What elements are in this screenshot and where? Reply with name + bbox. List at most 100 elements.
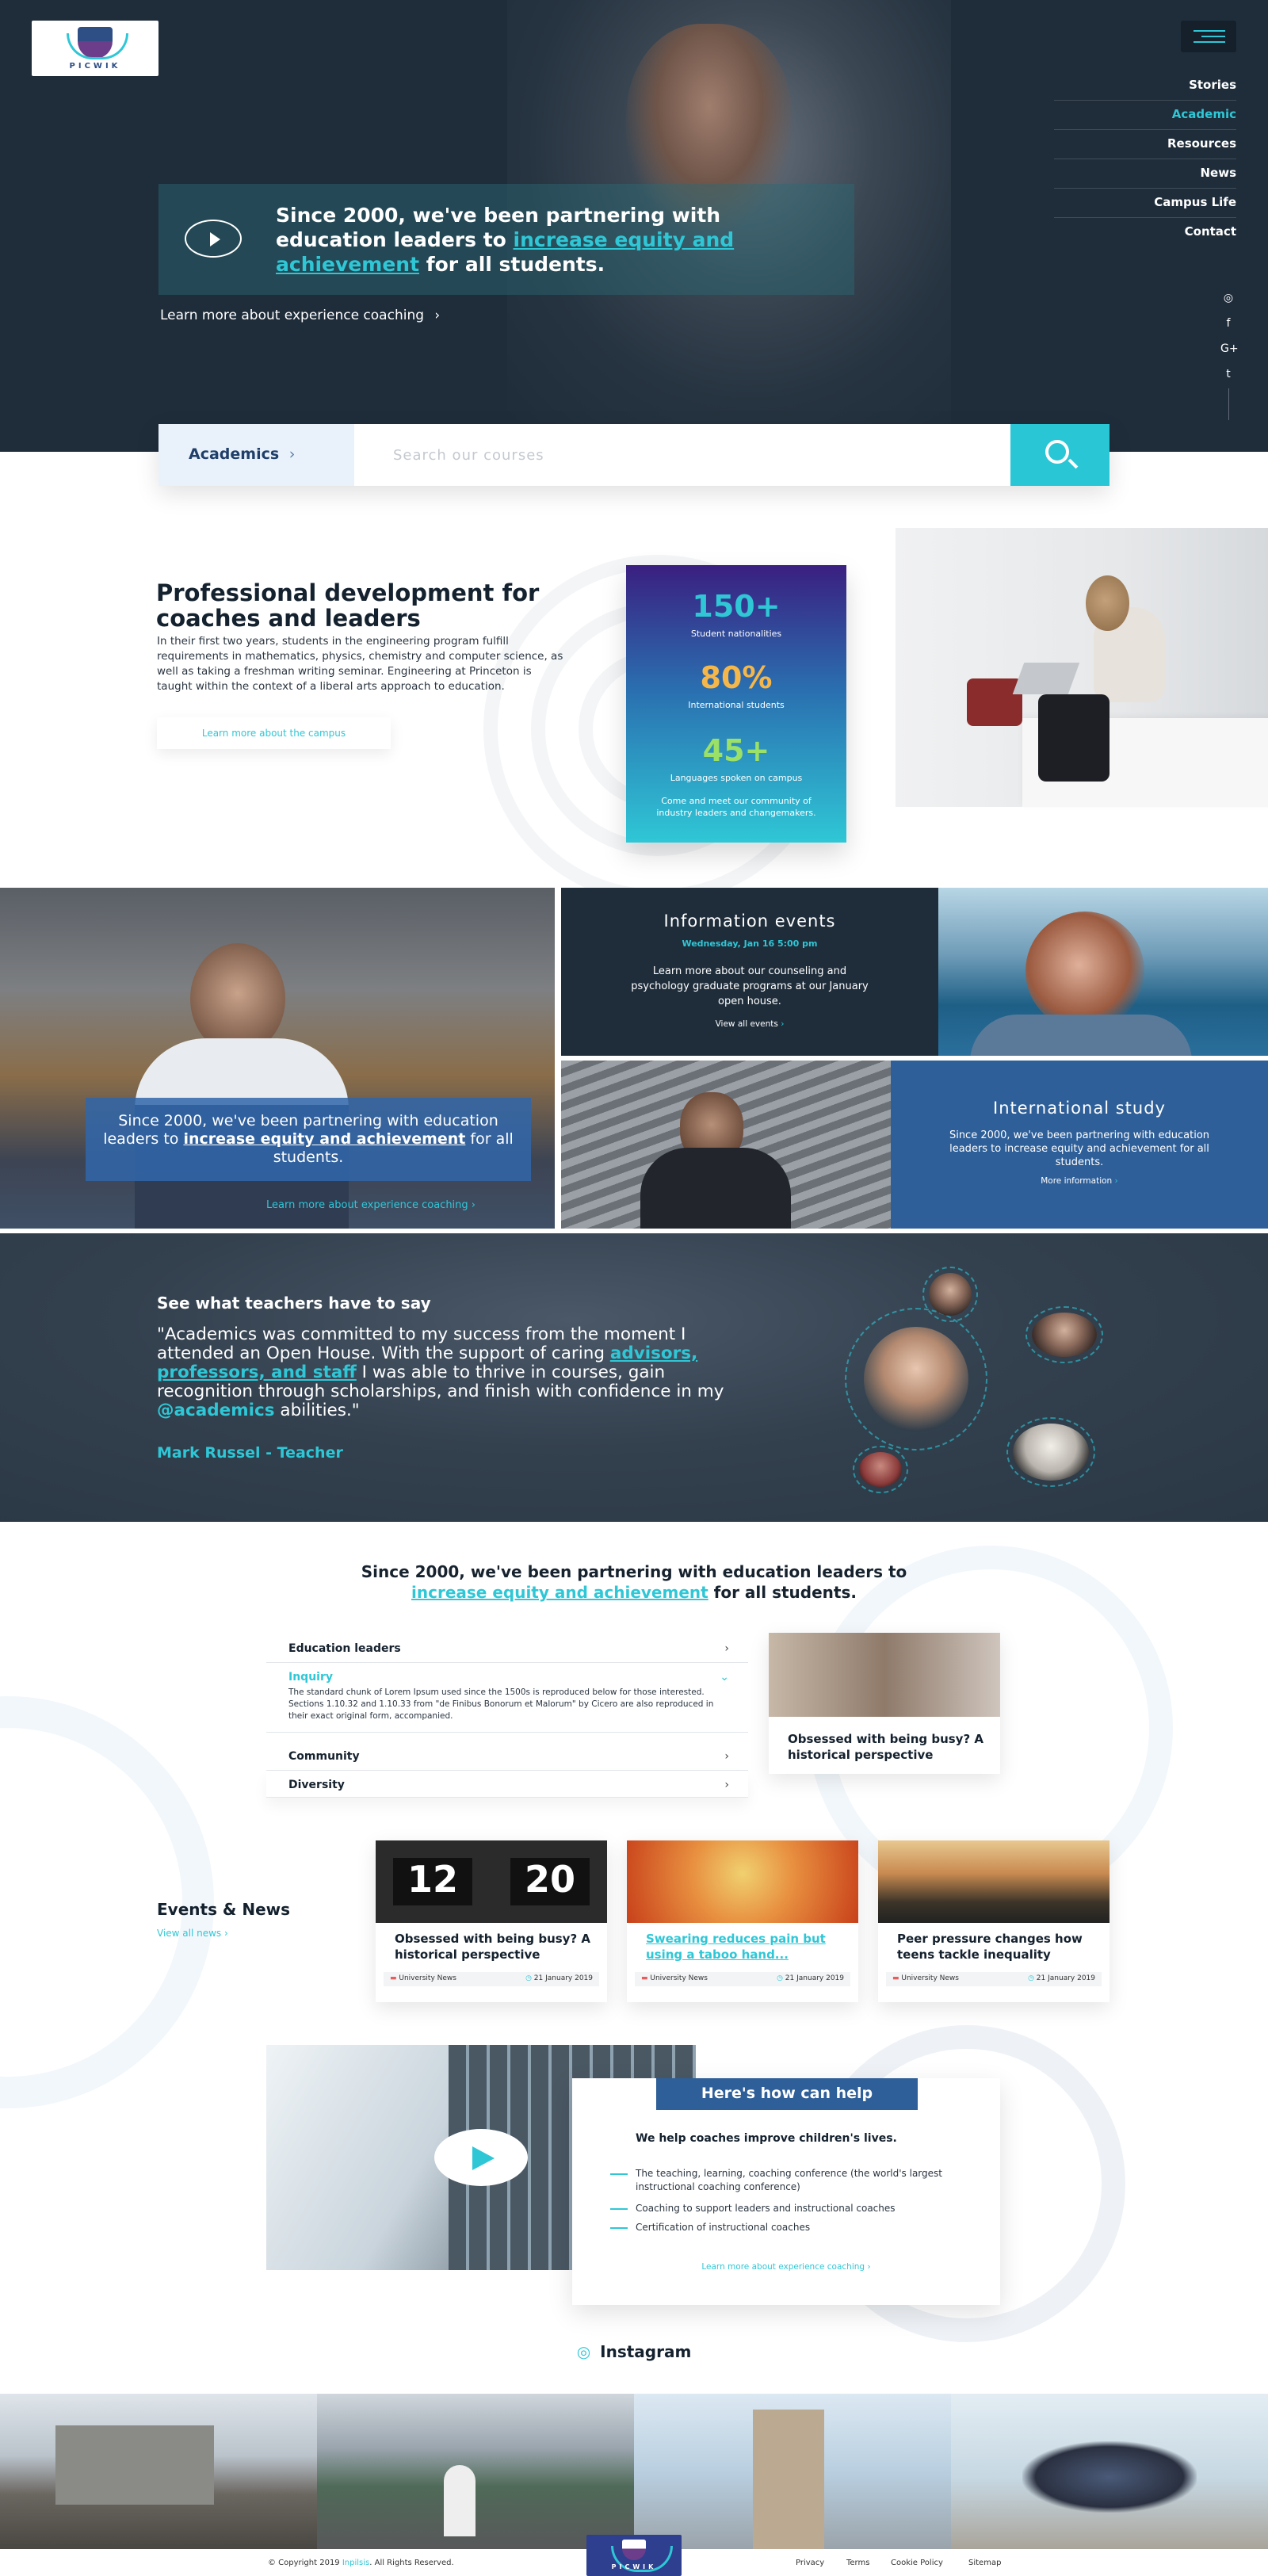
- accordion-item-inquiry[interactable]: Inquiry ⌄ The standard chunk of Lorem Ips…: [266, 1663, 748, 1733]
- learn-more-campus-button[interactable]: Learn more about the campus: [157, 717, 391, 749]
- testimonial-section: See what teachers have to say "Academics…: [0, 1233, 1268, 1522]
- help-list-item: Coaching to support leaders and instruct…: [610, 2202, 976, 2215]
- news-meta: ▬ University News ◷ 21 January 2019: [886, 1972, 1102, 1986]
- nav-item-stories[interactable]: Stories: [1054, 78, 1236, 101]
- accordion-body: The standard chunk of Lorem Ipsum used s…: [288, 1687, 714, 1721]
- copyright-brand-link[interactable]: Inpilsis: [342, 2559, 369, 2567]
- flip-clock-photo: 12 20: [376, 1840, 607, 1923]
- course-search-bar: Academics ›: [158, 424, 1110, 486]
- view-all-events-link[interactable]: View all events ›: [561, 1019, 938, 1029]
- nav-item-campus-life[interactable]: Campus Life: [1054, 195, 1236, 218]
- instagram-photo[interactable]: [951, 2394, 1268, 2549]
- search-icon: [1045, 440, 1069, 464]
- play-button[interactable]: [434, 2129, 528, 2186]
- laughing-woman-photo: [627, 1840, 858, 1923]
- stats-note: Come and meet our community of industry …: [656, 796, 816, 818]
- stat-label: International students: [688, 700, 785, 710]
- prodev-title: Professional development for coaches and…: [156, 579, 540, 632]
- news-title: Swearing reduces pain but using a taboo …: [646, 1932, 826, 1962]
- google-plus-icon[interactable]: G+: [1220, 342, 1239, 355]
- teacher-avatar[interactable]: [1025, 1306, 1103, 1363]
- teacher-avatar[interactable]: [845, 1308, 987, 1450]
- hero-headline: Since 2000, we've been partnering with e…: [276, 204, 735, 276]
- social-divider: [1228, 388, 1229, 420]
- intl-study-panel: International study Since 2000, we've be…: [891, 1061, 1268, 1229]
- instagram-photo[interactable]: [0, 2394, 317, 2549]
- help-learn-more-link[interactable]: Learn more about experience coaching ›: [572, 2262, 1000, 2272]
- search-button[interactable]: [1010, 424, 1110, 486]
- page: PICWIK Stories Academic Resources News C…: [0, 0, 1268, 2576]
- news-title: Peer pressure changes how teens tackle i…: [897, 1932, 1083, 1962]
- intl-study-body: Since 2000, we've been partnering with e…: [949, 1129, 1210, 1168]
- view-all-news-link[interactable]: View all news ›: [157, 1928, 228, 1939]
- search-input[interactable]: [393, 443, 948, 467]
- teacher-avatar[interactable]: [1006, 1417, 1095, 1487]
- mission-link[interactable]: increase equity and achievement: [411, 1583, 708, 1602]
- search-category-select[interactable]: Academics ›: [158, 424, 354, 486]
- footer-logo[interactable]: PICWIK: [586, 2535, 682, 2576]
- testimonial-quote: "Academics was committed to my success f…: [157, 1324, 724, 1420]
- nav-item-contact[interactable]: Contact: [1054, 224, 1236, 247]
- chevron-right-icon: ›: [724, 1750, 729, 1763]
- menu-button[interactable]: [1181, 21, 1236, 52]
- man-in-jacket-photo: [561, 1061, 891, 1229]
- news-card[interactable]: Swearing reduces pain but using a taboo …: [627, 1840, 858, 2002]
- accordion-item-diversity[interactable]: Diversity ›: [266, 1771, 748, 1798]
- help-badge: Here's how can help: [656, 2078, 918, 2110]
- instagram-photo[interactable]: [634, 2394, 951, 2549]
- instagram-heading: ◎ Instagram: [576, 2342, 692, 2361]
- featured-article-card[interactable]: Obsessed with being busy? A historical p…: [769, 1633, 1000, 1774]
- play-icon[interactable]: [185, 220, 242, 258]
- nav-item-academic[interactable]: Academic: [1054, 107, 1236, 130]
- sunset-park-photo: [878, 1840, 1110, 1923]
- woman-by-sea-photo: [938, 888, 1268, 1056]
- chevron-right-icon: ›: [288, 445, 296, 463]
- instagram-icon: ◎: [576, 2342, 591, 2361]
- twitter-icon[interactable]: t: [1220, 368, 1236, 380]
- footer-link-sitemap[interactable]: Sitemap: [968, 2559, 1001, 2567]
- more-information-link[interactable]: More information ›: [891, 1176, 1268, 1186]
- news-meta: ▬ University News ◷ 21 January 2019: [635, 1972, 850, 1986]
- footer-link-terms[interactable]: Terms: [846, 2559, 869, 2567]
- partnering-link[interactable]: increase equity and achievement: [183, 1130, 465, 1148]
- mission-statement: Since 2000, we've been partnering with e…: [361, 1562, 907, 1602]
- site-logo[interactable]: PICWIK: [32, 21, 158, 76]
- partnering-text: Since 2000, we've been partnering with e…: [103, 1112, 514, 1166]
- chevron-right-icon: ›: [724, 1779, 729, 1791]
- logo-wordmark: PICWIK: [69, 62, 121, 71]
- chevron-down-icon: ⌄: [720, 1671, 729, 1684]
- chevron-right-icon: ›: [724, 1642, 729, 1655]
- accordion-item-community[interactable]: Community ›: [266, 1741, 748, 1771]
- news-card[interactable]: Peer pressure changes how teens tackle i…: [878, 1840, 1110, 2002]
- news-card[interactable]: 12 20 Obsessed with being busy? A histor…: [376, 1840, 607, 2002]
- facebook-icon[interactable]: f: [1220, 317, 1236, 330]
- teacher-avatar[interactable]: [853, 1446, 908, 1493]
- events-title: Events & News: [157, 1900, 291, 1919]
- news-meta: ▬ University News ◷ 21 January 2019: [384, 1972, 599, 1986]
- accordion-item-education-leaders[interactable]: Education leaders ›: [266, 1633, 748, 1663]
- pointer-arrow: [930, 963, 938, 982]
- footer-link-cookie-policy[interactable]: Cookie Policy: [891, 2559, 943, 2567]
- help-subtitle: We help coaches improve children's lives…: [636, 2132, 897, 2145]
- instagram-photo[interactable]: [317, 2394, 634, 2549]
- article-title: Obsessed with being busy? A historical p…: [788, 1732, 983, 1762]
- news-title: Obsessed with being busy? A historical p…: [395, 1932, 590, 1962]
- help-list-item: The teaching, learning, coaching confere…: [610, 2167, 976, 2194]
- help-card: Here's how can help We help coaches impr…: [572, 2078, 1000, 2305]
- testimonial-heading: See what teachers have to say: [157, 1294, 431, 1313]
- student-laptop-photo: [896, 528, 1268, 807]
- quote-handle[interactable]: @academics: [157, 1401, 275, 1420]
- stat-value: 150+: [692, 589, 781, 624]
- stat-value: 80%: [700, 660, 773, 695]
- info-events-panel: Information events Wednesday, Jan 16 5:0…: [561, 888, 938, 1056]
- instagram-icon[interactable]: ◎: [1220, 292, 1236, 304]
- footer-link-privacy[interactable]: Privacy: [796, 2559, 824, 2567]
- nav-item-news[interactable]: News: [1054, 166, 1236, 189]
- hero-learn-more-link[interactable]: Learn more about experience coaching ›: [160, 308, 440, 323]
- play-icon: [472, 2146, 495, 2170]
- teacher-avatar[interactable]: [922, 1267, 978, 1322]
- nav-item-resources[interactable]: Resources: [1054, 136, 1236, 159]
- testimonial-author: Mark Russel - Teacher: [157, 1444, 343, 1462]
- prodev-body: In their first two years, students in th…: [157, 635, 563, 693]
- experience-coaching-link[interactable]: Learn more about experience coaching ›: [266, 1199, 476, 1211]
